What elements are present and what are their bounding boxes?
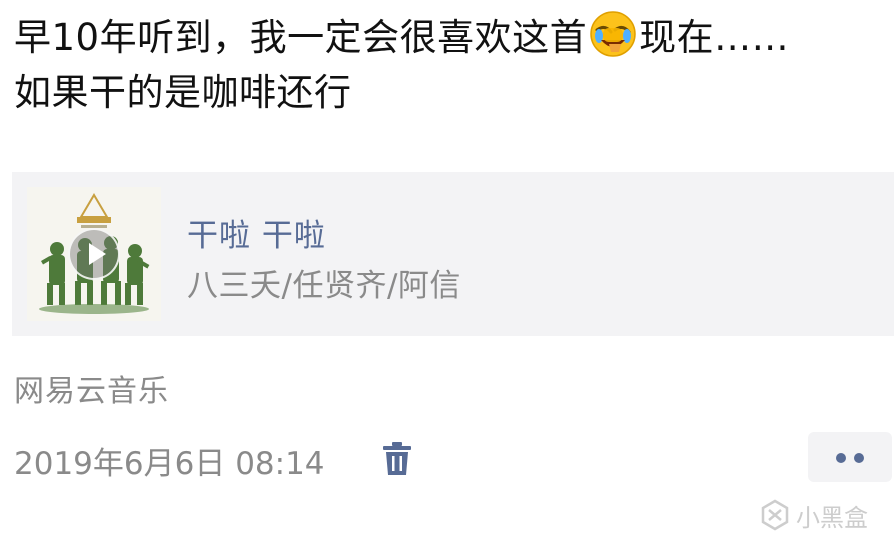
delete-button[interactable] <box>381 441 413 477</box>
song-title[interactable]: 干啦 干啦 <box>187 210 326 255</box>
music-share-card[interactable]: 干啦 干啦 八三夭/任贤齐/阿信 <box>12 172 894 336</box>
post-text-part1: 早10年听到，我一定会很喜欢这首 <box>14 16 588 59</box>
source-app-label[interactable]: 网易云音乐 <box>14 366 169 410</box>
song-artist: 八三夭/任贤齐/阿信 <box>187 268 461 304</box>
more-dot <box>854 453 864 463</box>
heybox-logo-icon <box>761 499 789 531</box>
watermark-text: 小黑盒 <box>796 503 868 532</box>
laughing-crying-face-icon <box>590 11 636 57</box>
play-icon[interactable] <box>68 228 120 280</box>
more-dots-icon[interactable] <box>808 432 892 482</box>
more-dot <box>836 453 846 463</box>
post-timestamp: 2019年6月6日 08:14 <box>14 446 325 482</box>
album-cover[interactable] <box>27 187 161 321</box>
watermark: 小黑盒 <box>758 498 868 532</box>
post-text: 早10年听到，我一定会很喜欢这首 现在……如果干的是咖啡还行 <box>14 10 814 120</box>
trash-icon <box>383 442 411 475</box>
